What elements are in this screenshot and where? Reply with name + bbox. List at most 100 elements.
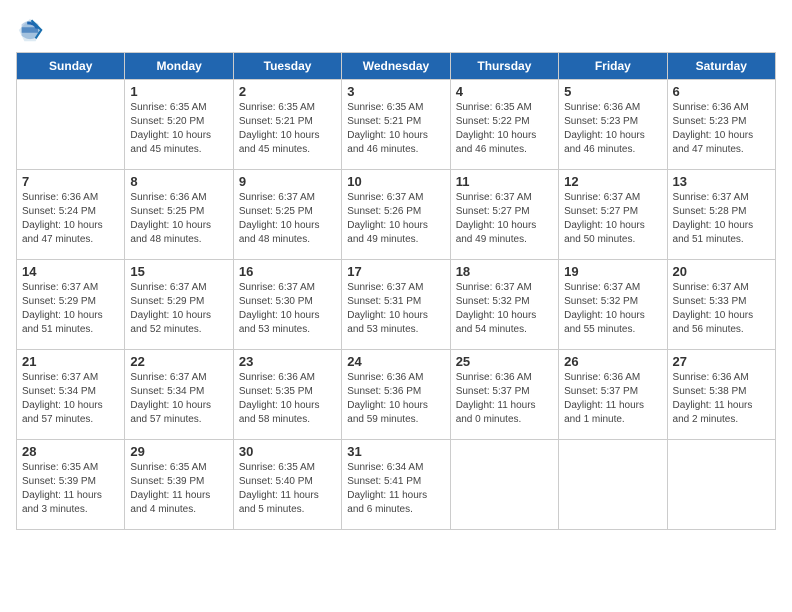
day-info: Sunrise: 6:36 AM Sunset: 5:35 PM Dayligh…: [239, 371, 336, 427]
calendar-cell: 31Sunrise: 6:34 AM Sunset: 5:41 PM Dayli…: [342, 440, 450, 530]
calendar-cell: 25 Sunrise: 6:36 AM Sunset: 5:37 PM Dayli…: [450, 350, 558, 440]
generalblue-icon: [16, 16, 44, 44]
weekday-header-row: SundayMondayTuesdayWednesdayThursdayFrid…: [17, 53, 776, 80]
calendar-week-row: 7Sunrise: 6:36 AM Sunset: 5:24 PM Daylig…: [17, 170, 776, 260]
day-info: Sunrise: 6:37 AM Sunset: 5:30 PM Dayligh…: [239, 281, 336, 337]
day-info: Sunrise: 6:35 AM Sunset: 5:39 PM Dayligh…: [130, 461, 227, 517]
calendar-cell: 4Sunrise: 6:35 AM Sunset: 5:22 PM Daylig…: [450, 80, 558, 170]
calendar-cell: 26 Sunrise: 6:36 AM Sunset: 5:37 PM Dayli…: [559, 350, 667, 440]
day-number: 29: [130, 444, 227, 459]
calendar-cell: [17, 80, 125, 170]
calendar-cell: 8Sunrise: 6:36 AM Sunset: 5:25 PM Daylig…: [125, 170, 233, 260]
day-info: Sunrise: 6:35 AM Sunset: 5:20 PM Dayligh…: [130, 101, 227, 157]
day-info: Sunrise: 6:36 AM Sunset: 5:23 PM Dayligh…: [564, 101, 661, 157]
calendar-cell: 21 Sunrise: 6:37 AM Sunset: 5:34 PM Dayli…: [17, 350, 125, 440]
calendar-cell: 30Sunrise: 6:35 AM Sunset: 5:40 PM Dayli…: [233, 440, 341, 530]
calendar-cell: 16 Sunrise: 6:37 AM Sunset: 5:30 PM Dayli…: [233, 260, 341, 350]
day-info: Sunrise: 6:36 AM Sunset: 5:37 PM Dayligh…: [456, 371, 553, 427]
calendar-cell: 1 Sunrise: 6:35 AM Sunset: 5:20 PM Daylig…: [125, 80, 233, 170]
day-info: Sunrise: 6:37 AM Sunset: 5:27 PM Dayligh…: [456, 191, 553, 247]
day-number: 5: [564, 84, 661, 99]
day-info: Sunrise: 6:35 AM Sunset: 5:39 PM Dayligh…: [22, 461, 119, 517]
day-number: 22: [130, 354, 227, 369]
calendar-cell: 29 Sunrise: 6:35 AM Sunset: 5:39 PM Dayli…: [125, 440, 233, 530]
day-number: 31: [347, 444, 444, 459]
day-number: 12: [564, 174, 661, 189]
day-number: 27: [673, 354, 770, 369]
day-info: Sunrise: 6:35 AM Sunset: 5:40 PM Dayligh…: [239, 461, 336, 517]
weekday-header-sunday: Sunday: [17, 53, 125, 80]
calendar-cell: [559, 440, 667, 530]
day-info: Sunrise: 6:37 AM Sunset: 5:29 PM Dayligh…: [22, 281, 119, 337]
day-number: 2: [239, 84, 336, 99]
calendar-cell: 24 Sunrise: 6:36 AM Sunset: 5:36 PM Dayli…: [342, 350, 450, 440]
day-info: Sunrise: 6:37 AM Sunset: 5:26 PM Dayligh…: [347, 191, 444, 247]
calendar-cell: 15 Sunrise: 6:37 AM Sunset: 5:29 PM Dayli…: [125, 260, 233, 350]
calendar-cell: 12 Sunrise: 6:37 AM Sunset: 5:27 PM Dayli…: [559, 170, 667, 260]
day-number: 16: [239, 264, 336, 279]
day-number: 18: [456, 264, 553, 279]
day-info: Sunrise: 6:37 AM Sunset: 5:28 PM Dayligh…: [673, 191, 770, 247]
weekday-header-monday: Monday: [125, 53, 233, 80]
day-info: Sunrise: 6:35 AM Sunset: 5:21 PM Dayligh…: [239, 101, 336, 157]
weekday-header-friday: Friday: [559, 53, 667, 80]
day-number: 15: [130, 264, 227, 279]
calendar-cell: 20Sunrise: 6:37 AM Sunset: 5:33 PM Dayli…: [667, 260, 775, 350]
day-number: 19: [564, 264, 661, 279]
day-info: Sunrise: 6:37 AM Sunset: 5:31 PM Dayligh…: [347, 281, 444, 337]
day-info: Sunrise: 6:37 AM Sunset: 5:25 PM Dayligh…: [239, 191, 336, 247]
day-number: 23: [239, 354, 336, 369]
day-number: 25: [456, 354, 553, 369]
day-info: Sunrise: 6:37 AM Sunset: 5:29 PM Dayligh…: [130, 281, 227, 337]
calendar-week-row: 28 Sunrise: 6:35 AM Sunset: 5:39 PM Dayli…: [17, 440, 776, 530]
day-number: 8: [130, 174, 227, 189]
day-info: Sunrise: 6:37 AM Sunset: 5:34 PM Dayligh…: [22, 371, 119, 427]
calendar-cell: 11 Sunrise: 6:37 AM Sunset: 5:27 PM Dayli…: [450, 170, 558, 260]
day-info: Sunrise: 6:37 AM Sunset: 5:33 PM Dayligh…: [673, 281, 770, 337]
day-info: Sunrise: 6:37 AM Sunset: 5:32 PM Dayligh…: [456, 281, 553, 337]
calendar-cell: 3 Sunrise: 6:35 AM Sunset: 5:21 PM Daylig…: [342, 80, 450, 170]
calendar-cell: 22 Sunrise: 6:37 AM Sunset: 5:34 PM Dayli…: [125, 350, 233, 440]
weekday-header-wednesday: Wednesday: [342, 53, 450, 80]
logo: [16, 16, 48, 44]
calendar-week-row: 14 Sunrise: 6:37 AM Sunset: 5:29 PM Dayli…: [17, 260, 776, 350]
calendar-cell: 10 Sunrise: 6:37 AM Sunset: 5:26 PM Dayli…: [342, 170, 450, 260]
day-number: 9: [239, 174, 336, 189]
day-number: 24: [347, 354, 444, 369]
calendar-cell: 7Sunrise: 6:36 AM Sunset: 5:24 PM Daylig…: [17, 170, 125, 260]
day-number: 14: [22, 264, 119, 279]
day-number: 28: [22, 444, 119, 459]
weekday-header-saturday: Saturday: [667, 53, 775, 80]
calendar-cell: 23 Sunrise: 6:36 AM Sunset: 5:35 PM Dayli…: [233, 350, 341, 440]
calendar-cell: [450, 440, 558, 530]
calendar-week-row: 1 Sunrise: 6:35 AM Sunset: 5:20 PM Daylig…: [17, 80, 776, 170]
calendar-cell: 14 Sunrise: 6:37 AM Sunset: 5:29 PM Dayli…: [17, 260, 125, 350]
day-info: Sunrise: 6:36 AM Sunset: 5:24 PM Dayligh…: [22, 191, 119, 247]
day-number: 21: [22, 354, 119, 369]
weekday-header-thursday: Thursday: [450, 53, 558, 80]
day-info: Sunrise: 6:37 AM Sunset: 5:32 PM Dayligh…: [564, 281, 661, 337]
day-info: Sunrise: 6:36 AM Sunset: 5:36 PM Dayligh…: [347, 371, 444, 427]
day-info: Sunrise: 6:35 AM Sunset: 5:21 PM Dayligh…: [347, 101, 444, 157]
calendar-cell: 5 Sunrise: 6:36 AM Sunset: 5:23 PM Daylig…: [559, 80, 667, 170]
calendar-cell: 2 Sunrise: 6:35 AM Sunset: 5:21 PM Daylig…: [233, 80, 341, 170]
day-number: 1: [130, 84, 227, 99]
calendar-cell: 18 Sunrise: 6:37 AM Sunset: 5:32 PM Dayli…: [450, 260, 558, 350]
day-number: 3: [347, 84, 444, 99]
day-number: 11: [456, 174, 553, 189]
day-number: 10: [347, 174, 444, 189]
day-info: Sunrise: 6:37 AM Sunset: 5:34 PM Dayligh…: [130, 371, 227, 427]
calendar-cell: 17 Sunrise: 6:37 AM Sunset: 5:31 PM Dayli…: [342, 260, 450, 350]
day-info: Sunrise: 6:37 AM Sunset: 5:27 PM Dayligh…: [564, 191, 661, 247]
day-number: 26: [564, 354, 661, 369]
calendar-cell: 28 Sunrise: 6:35 AM Sunset: 5:39 PM Dayli…: [17, 440, 125, 530]
day-info: Sunrise: 6:35 AM Sunset: 5:22 PM Dayligh…: [456, 101, 553, 157]
day-number: 6: [673, 84, 770, 99]
day-number: 13: [673, 174, 770, 189]
day-number: 17: [347, 264, 444, 279]
day-info: Sunrise: 6:36 AM Sunset: 5:23 PM Dayligh…: [673, 101, 770, 157]
day-info: Sunrise: 6:36 AM Sunset: 5:37 PM Dayligh…: [564, 371, 661, 427]
calendar-cell: [667, 440, 775, 530]
calendar-cell: 6 Sunrise: 6:36 AM Sunset: 5:23 PM Daylig…: [667, 80, 775, 170]
calendar-cell: 9 Sunrise: 6:37 AM Sunset: 5:25 PM Daylig…: [233, 170, 341, 260]
